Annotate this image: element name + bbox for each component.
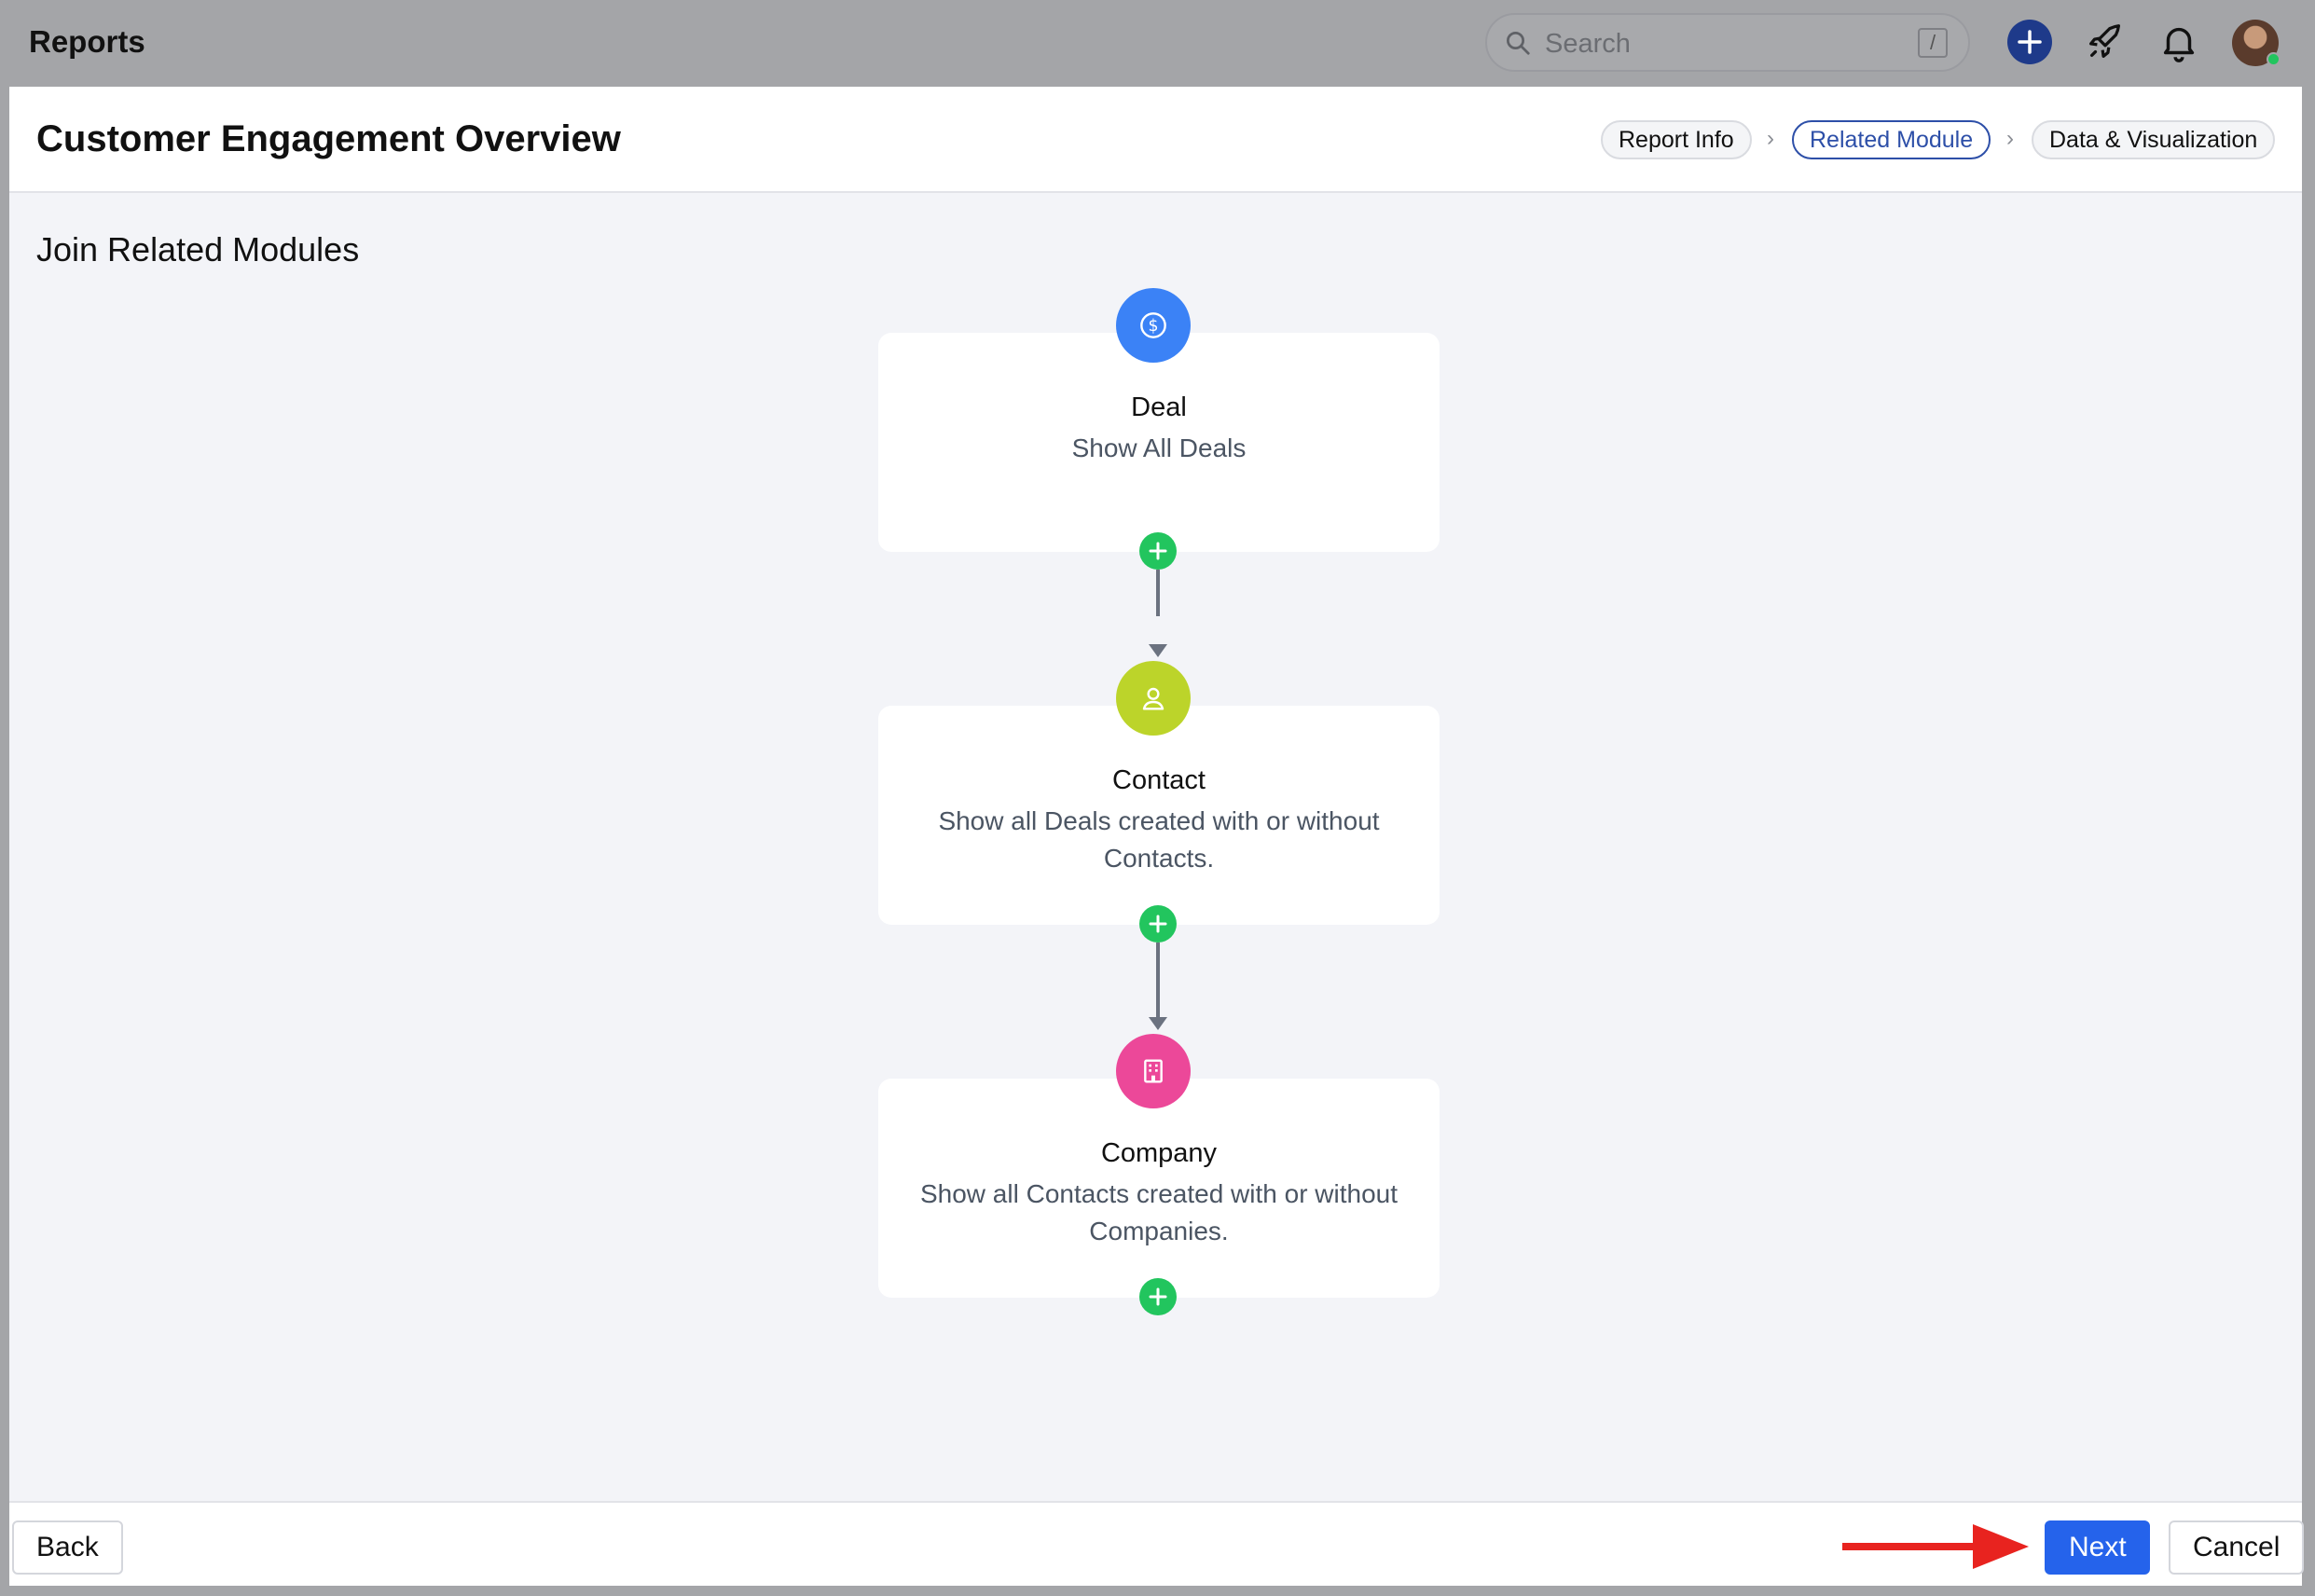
module-name: Contact [1112,765,1206,795]
connector-arrow-icon [1149,644,1167,657]
module-name: Deal [1131,392,1187,422]
search-icon [1507,32,1530,55]
top-bar: Reports Search / [0,0,2315,86]
step-report-info[interactable]: Report Info [1601,120,1752,159]
plus-icon [1149,915,1167,933]
module-card-company[interactable]: Company Show all Contacts created with o… [878,1079,1440,1298]
chevron-right-icon: › [1767,126,1774,151]
search-input[interactable]: Search / [1485,13,1970,72]
back-button[interactable]: Back [12,1520,123,1575]
annotation-arrow-icon [1842,1524,2029,1569]
page-header: Customer Engagement Overview Report Info… [9,87,2302,193]
contact-module-icon [1116,661,1191,736]
app-title: Reports [29,24,145,59]
bell-icon[interactable] [2157,21,2200,63]
search-shortcut-key: / [1918,28,1948,58]
page-title: Customer Engagement Overview [36,118,621,159]
online-status-dot [2267,52,2281,66]
dollar-icon: $ [1140,312,1166,338]
module-description: Show all Deals created with or without C… [938,806,1380,873]
connector-arrow-icon [1149,1017,1167,1030]
step-related-module[interactable]: Related Module [1792,120,1991,159]
rocket-icon[interactable] [2084,21,2127,63]
plus-icon [2018,30,2042,54]
deal-module-icon: $ [1116,288,1191,363]
company-module-icon [1116,1034,1191,1108]
chevron-right-icon: › [2006,126,2014,151]
module-name: Company [1100,1138,1218,1168]
svg-text:$: $ [1148,317,1158,336]
add-module-button[interactable] [1139,905,1177,942]
step-data-visualization[interactable]: Data & Visualization [2032,120,2276,159]
person-icon [1142,687,1164,710]
connector-line [1156,570,1160,616]
cancel-button[interactable]: Cancel [2169,1520,2305,1575]
module-card-deal[interactable]: Deal Show All Deals [878,333,1440,552]
report-builder-page: Customer Engagement Overview Report Info… [9,87,2305,1586]
add-module-button[interactable] [1139,1278,1177,1315]
module-card-contact[interactable]: Contact Show all Deals created with or w… [878,706,1440,925]
module-description: Show all Contacts created with or withou… [919,1179,1399,1245]
create-button[interactable] [2007,20,2052,64]
plus-icon [1149,542,1167,560]
search-placeholder: Search [1545,29,1631,59]
avatar[interactable] [2232,20,2281,66]
add-module-button[interactable] [1139,532,1177,570]
plus-icon [1149,1287,1167,1306]
section-title: Join Related Modules [36,230,360,268]
next-button[interactable]: Next [2045,1520,2150,1575]
building-icon [1144,1059,1163,1083]
module-description: Show All Deals [1071,433,1247,462]
connector-line [1156,942,1160,1017]
